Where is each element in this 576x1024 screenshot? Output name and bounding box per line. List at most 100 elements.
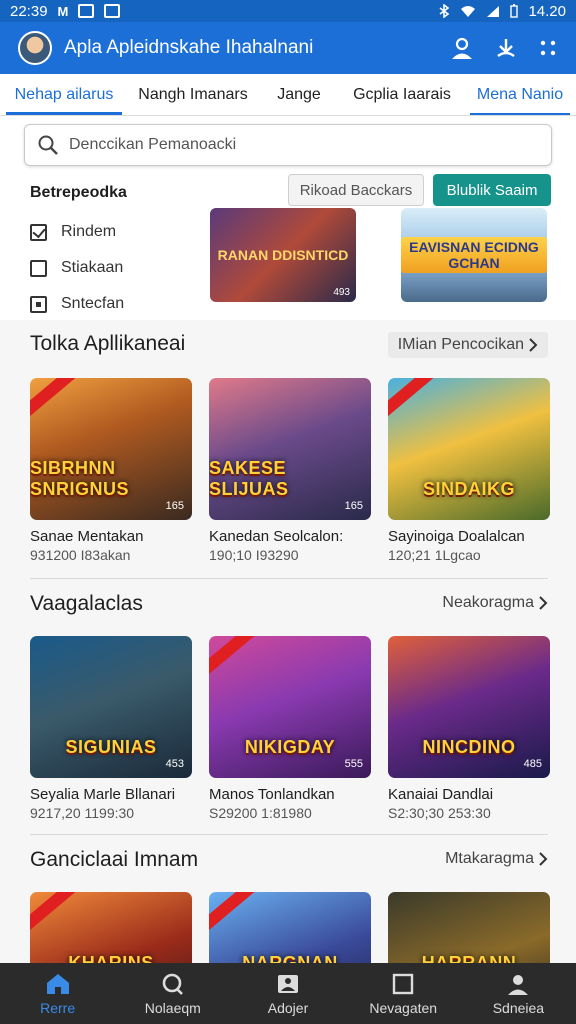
card-name: Sayinoiga Doalalcan bbox=[388, 528, 525, 545]
app-card[interactable]: SIBRHNN SNRIGNUS 165 Sanae Mentakan 93120… bbox=[30, 378, 192, 563]
search-placeholder: Denccikan Pemanoacki bbox=[69, 136, 237, 153]
download-icon[interactable] bbox=[494, 36, 518, 60]
thumb-art-title: NIKIGDAY bbox=[244, 737, 336, 757]
banner-title: EAVISNAN ECIDNG GCHAN bbox=[401, 237, 547, 273]
section-title: Vaagalaclas bbox=[30, 592, 143, 615]
ribbon bbox=[209, 636, 257, 680]
thumb-art-title: NINCDINO bbox=[422, 737, 516, 757]
nav-label: Rerre bbox=[40, 999, 76, 1016]
nav-item-search[interactable]: Nolaeqm bbox=[115, 963, 230, 1024]
nav-item-profile[interactable]: Sdneiea bbox=[461, 963, 576, 1024]
filter-section: Betrepeodka Rindem Stiakaan Sntecfan Rik… bbox=[0, 174, 576, 320]
thumb-count: 453 bbox=[165, 758, 184, 770]
see-all-label: IMian Pencocikan bbox=[397, 336, 524, 353]
thumb-count: 165 bbox=[165, 500, 184, 512]
thumb-art-title: SINDAIKG bbox=[422, 479, 515, 499]
card-name: Sanae Mentakan bbox=[30, 528, 144, 545]
tab-nangh-imanars[interactable]: Nangh Imanars bbox=[128, 74, 258, 115]
see-all-link[interactable]: IMian Pencocikan bbox=[387, 332, 548, 358]
more-grid-icon[interactable] bbox=[538, 38, 558, 58]
card-name: Kanedan Seolcalon: bbox=[209, 528, 344, 545]
section-header: Tolka Apllikaneai IMian Pencocikan bbox=[0, 320, 576, 366]
see-all-label: Mtakaragma bbox=[445, 850, 534, 867]
see-all-link[interactable]: Neakoragma bbox=[442, 594, 548, 612]
section-header: Ganciclaai Imnam Mtakaragma bbox=[0, 836, 576, 882]
filter-item-stiakaan[interactable]: Stiakaan bbox=[30, 250, 124, 286]
app-card[interactable]: SINDAIKG Sayinoiga Doalalcan 120;21 1Lgc… bbox=[388, 378, 550, 563]
see-all-link[interactable]: Mtakaragma bbox=[445, 850, 548, 868]
tab-nehap-ailarus[interactable]: Nehap ailarus bbox=[0, 74, 128, 115]
filter-label: Rindem bbox=[61, 223, 117, 240]
status-right-time: 14.20 bbox=[528, 2, 566, 20]
search-icon bbox=[38, 135, 58, 155]
card-meta: S2:30;30 253:30 bbox=[388, 805, 491, 821]
nav-item-home[interactable]: Rerre bbox=[0, 963, 115, 1024]
status-right: 14.20 bbox=[438, 3, 566, 20]
card-name: Manos Tonlandkan bbox=[209, 786, 335, 803]
checkbox-checked[interactable] bbox=[30, 223, 47, 241]
ribbon bbox=[30, 378, 78, 422]
app-card[interactable]: NIKIGDAY 555 Manos Tonlandkan S29200 1:81… bbox=[209, 636, 371, 821]
app-card[interactable]: SIGUNIAS 453 Seyalia Marle Bllanari 9217,… bbox=[30, 636, 192, 821]
app-title: Apla Apleidnskahe Ihahalnani bbox=[64, 37, 314, 58]
search-container: Denccikan Pemanoacki bbox=[0, 116, 576, 174]
section-title: Tolka Apllikaneai bbox=[30, 332, 186, 355]
nav-item-gallery[interactable]: Adojer bbox=[230, 963, 345, 1024]
avatar[interactable] bbox=[18, 31, 52, 65]
banner-badge: 493 bbox=[333, 287, 350, 298]
app-thumbnail: SINDAIKG bbox=[388, 378, 550, 520]
card-meta: S29200 1:81980 bbox=[209, 805, 312, 821]
featured-banner-1[interactable]: RANAN DDISNTICD 493 bbox=[210, 208, 356, 302]
tab-gcplia-iaarais[interactable]: Gcplia Iaarais bbox=[340, 74, 464, 115]
notification-icon bbox=[104, 4, 121, 18]
gallery-icon bbox=[278, 974, 298, 993]
primary-button[interactable]: Blublik Saaim bbox=[433, 174, 551, 206]
gmail-icon: M bbox=[57, 3, 69, 19]
app-actions bbox=[450, 36, 558, 60]
section-games: Vaagalaclas Neakoragma SIGUNIAS 453 Seyal… bbox=[0, 580, 576, 836]
app-card[interactable]: SAKESE SLIJUAS 165 Kanedan Seolcalon: 190… bbox=[209, 378, 371, 563]
tab-jange[interactable]: Jange bbox=[258, 74, 340, 115]
square-icon bbox=[393, 973, 414, 994]
card-meta: 190;10 I93290 bbox=[209, 547, 299, 563]
chevron-right-icon bbox=[529, 338, 538, 352]
thumb-count: 555 bbox=[344, 758, 363, 770]
card-name: Seyalia Marle Bllanari bbox=[30, 786, 176, 803]
thumb-art-title: SIGUNIAS bbox=[65, 737, 157, 757]
card-meta: 9217,20 1199:30 bbox=[30, 805, 135, 821]
app-screen: 22:39 M 14.20 Apla Apleidnskahe Ihahalna… bbox=[0, 0, 576, 1024]
status-left: 22:39 M bbox=[10, 2, 121, 20]
nav-label: Nolaeqm bbox=[144, 999, 201, 1016]
checkbox-unchecked[interactable] bbox=[30, 259, 47, 277]
filter-item-rindem[interactable]: Rindem bbox=[30, 214, 124, 250]
secondary-button[interactable]: Rikoad Bacckars bbox=[288, 174, 424, 206]
card-row: SIBRHNN SNRIGNUS 165 Sanae Mentakan 93120… bbox=[30, 378, 550, 563]
banner-title: RANAN DDISNTICD bbox=[217, 247, 349, 263]
card-meta: 120;21 1Lgcao bbox=[388, 547, 481, 563]
signal-icon bbox=[487, 5, 500, 17]
app-thumbnail: SIBRHNN SNRIGNUS 165 bbox=[30, 378, 192, 520]
filter-title: Betrepeodka bbox=[30, 184, 127, 201]
home-icon bbox=[46, 973, 69, 994]
tab-bar: Nehap ailarus Nangh Imanars Jange Gcplia… bbox=[0, 74, 576, 116]
chevron-right-icon bbox=[539, 596, 548, 610]
card-row: SIGUNIAS 453 Seyalia Marle Bllanari 9217,… bbox=[30, 636, 550, 821]
tab-mena-nanio[interactable]: Mena Nanio bbox=[464, 74, 576, 115]
checkbox-indeterminate[interactable] bbox=[30, 295, 47, 313]
app-thumbnail: SIGUNIAS 453 bbox=[30, 636, 192, 778]
card-meta: 931200 I83akan bbox=[30, 547, 131, 563]
thumb-art-title: SAKESE SLIJUAS bbox=[209, 458, 289, 499]
featured-banner-2[interactable]: EAVISNAN ECIDNG GCHAN bbox=[401, 208, 547, 302]
app-thumbnail: NIKIGDAY 555 bbox=[209, 636, 371, 778]
filter-label: Sntecfan bbox=[61, 295, 125, 312]
status-time: 22:39 bbox=[10, 2, 48, 20]
thumb-art-title: SIBRHNN SNRIGNUS bbox=[30, 458, 130, 499]
filter-item-sntecfan[interactable]: Sntecfan bbox=[30, 286, 124, 322]
status-bar: 22:39 M 14.20 bbox=[0, 0, 576, 22]
nav-item-square[interactable]: Nevagaten bbox=[346, 963, 461, 1024]
chevron-right-icon bbox=[539, 852, 548, 866]
account-icon[interactable] bbox=[450, 36, 474, 60]
search-input[interactable]: Denccikan Pemanoacki bbox=[24, 124, 552, 166]
app-card[interactable]: NINCDINO 485 Kanaiai Dandlai S2:30;30 253… bbox=[388, 636, 550, 821]
bluetooth-icon bbox=[439, 4, 450, 18]
